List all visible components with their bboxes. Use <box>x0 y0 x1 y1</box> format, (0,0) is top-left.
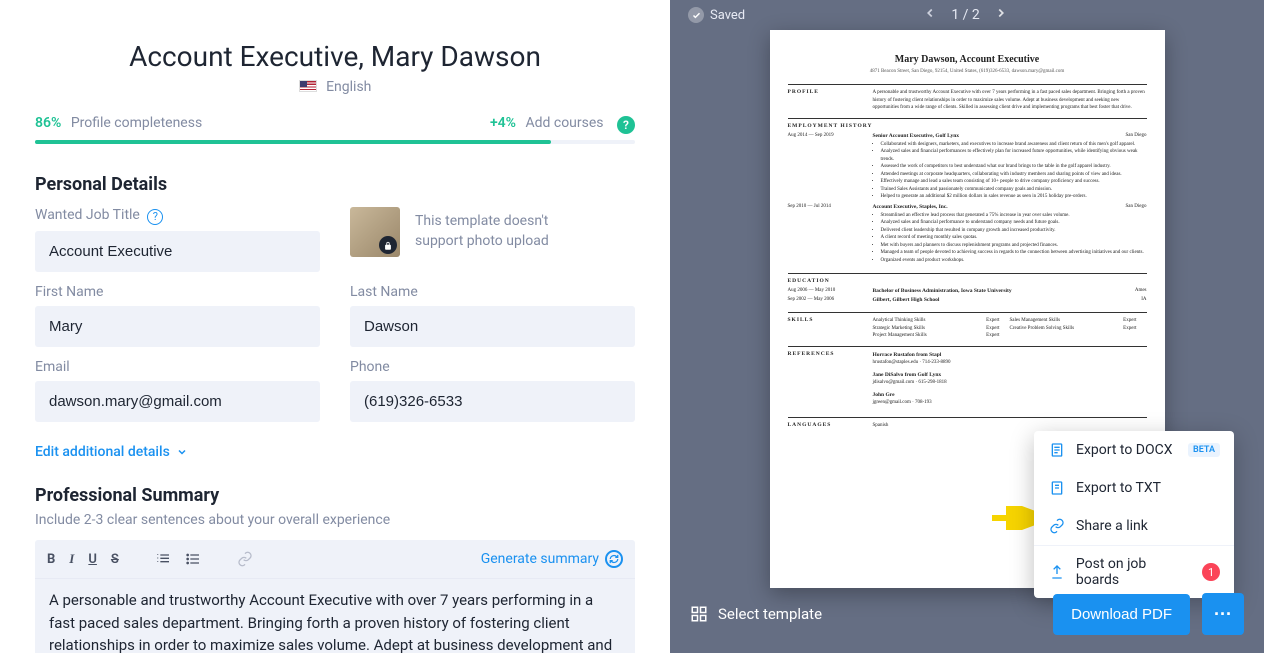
doc-reference: Horrace Rustafon from Staplhrustafon@sta… <box>873 351 1147 367</box>
first-name-label: First Name <box>35 284 320 300</box>
progress-percent: 86% <box>35 115 61 131</box>
first-name-input[interactable] <box>35 306 320 347</box>
post-job-boards-item[interactable]: Post on job boards 1 <box>1034 546 1234 598</box>
generate-summary-button[interactable]: Generate summary <box>481 550 623 568</box>
lock-icon <box>383 241 393 251</box>
upload-icon <box>1048 563 1066 581</box>
email-input[interactable] <box>35 381 320 422</box>
doc-lang-label: LANGUAGES <box>788 422 873 430</box>
doc-title: Mary Dawson, Account Executive <box>788 54 1147 65</box>
check-icon <box>688 7 704 23</box>
edit-additional-details-link[interactable]: Edit additional details <box>35 444 188 460</box>
phone-label: Phone <box>350 359 635 375</box>
add-percent: +4% <box>490 115 516 131</box>
rte-toolbar: B I U S Generate summary <box>35 540 635 579</box>
add-courses-link[interactable]: Add courses <box>525 115 603 131</box>
ordered-list-icon[interactable] <box>155 551 171 567</box>
unordered-list-icon[interactable] <box>185 551 201 567</box>
summary-textarea[interactable]: A personable and trustworthy Account Exe… <box>35 579 635 653</box>
doc-edu-row: Sep 2002 — May 2006Gilbert, Gilbert High… <box>788 297 1147 303</box>
doc-ref-label: REFERENCES <box>788 351 873 411</box>
beta-badge: BETA <box>1188 443 1220 457</box>
section-professional-summary: Professional Summary <box>35 485 635 506</box>
chevron-down-icon <box>176 446 188 458</box>
preview-pane: Saved 1 / 2 Mary Dawson, Account Executi… <box>670 0 1264 653</box>
progress-row: 86% Profile completeness +4% Add courses… <box>35 115 635 134</box>
language-label: English <box>326 79 371 95</box>
doc-contact: 4871 Beacon Street, San Diego, 92154, Un… <box>788 69 1147 74</box>
more-options-button[interactable]: ··· <box>1202 593 1244 635</box>
doc-skill-row: Strategic Marketing SkillsExpertCreative… <box>873 325 1147 333</box>
doc-lang-body: Spanish <box>873 422 1147 430</box>
editor-pane: Account Executive, Mary Dawson English 8… <box>0 0 670 653</box>
link-icon <box>1048 517 1066 535</box>
wanted-job-label: Wanted Job Title ? <box>35 207 320 225</box>
export-docx-item[interactable]: Export to DOCX BETA <box>1034 431 1234 469</box>
doc-edu-row: Aug 2006 — May 2010Bachelor of Business … <box>788 288 1147 294</box>
wanted-job-input[interactable] <box>35 231 320 272</box>
doc-job: Aug 2014 — Sep 2019Senior Account Execut… <box>788 133 1147 201</box>
italic-button[interactable]: I <box>69 551 74 567</box>
language-row[interactable]: English <box>35 79 635 95</box>
photo-note: This template doesn't support photo uplo… <box>415 212 549 251</box>
doc-skill-row: Project Management SkillsExpert <box>873 332 1147 340</box>
last-name-input[interactable] <box>350 306 635 347</box>
next-page-button[interactable] <box>994 6 1008 24</box>
phone-input[interactable] <box>350 381 635 422</box>
strike-button[interactable]: S <box>111 552 119 567</box>
last-name-label: Last Name <box>350 284 635 300</box>
section-personal-details: Personal Details <box>35 174 635 195</box>
export-dropdown: Export to DOCX BETA Export to TXT Share … <box>1034 431 1234 598</box>
chevron-left-icon <box>923 6 937 20</box>
prev-page-button[interactable] <box>923 6 937 24</box>
saved-indicator: Saved <box>688 7 745 23</box>
photo-thumbnail[interactable] <box>350 207 400 257</box>
doc-job: Sep 2010 — Jul 2014Account Executive, St… <box>788 204 1147 265</box>
page-title: Account Executive, Mary Dawson <box>35 40 635 73</box>
doc-skills-label: SKILLS <box>788 317 873 340</box>
help-icon[interactable]: ? <box>147 209 163 225</box>
progress-label: Profile completeness <box>71 115 202 131</box>
doc-reference: John Grejgreen@gmail.com · 708-193 <box>873 391 1147 407</box>
docx-icon <box>1048 441 1066 459</box>
chevron-right-icon <box>994 6 1008 20</box>
progress-fill <box>35 140 551 144</box>
flag-us-icon <box>299 80 317 92</box>
export-txt-item[interactable]: Export to TXT <box>1034 469 1234 507</box>
refresh-icon <box>605 550 623 568</box>
link-icon[interactable] <box>237 551 253 567</box>
notification-badge: 1 <box>1202 563 1220 581</box>
email-label: Email <box>35 359 320 375</box>
bold-button[interactable]: B <box>47 552 55 567</box>
doc-profile-label: PROFILE <box>788 89 873 112</box>
template-grid-icon <box>690 605 708 623</box>
doc-emp-label: EMPLOYMENT HISTORY <box>788 123 873 129</box>
page-counter: 1 / 2 <box>951 7 979 23</box>
doc-reference: Jane DiSalvo from Golf Lynxjdisalvo@gmai… <box>873 371 1147 387</box>
share-link-item[interactable]: Share a link <box>1034 507 1234 545</box>
progress-bar <box>35 140 635 144</box>
doc-edu-label: EDUCATION <box>788 278 873 284</box>
download-pdf-button[interactable]: Download PDF <box>1053 594 1190 635</box>
select-template-button[interactable]: Select template <box>690 605 822 623</box>
underline-button[interactable]: U <box>88 552 97 567</box>
page-navigator: 1 / 2 <box>923 6 1007 24</box>
help-icon[interactable]: ? <box>617 116 635 134</box>
doc-profile-body: A personable and trustworthy Account Exe… <box>873 89 1147 112</box>
txt-icon <box>1048 479 1066 497</box>
summary-hint: Include 2-3 clear sentences about your o… <box>35 512 635 528</box>
doc-skill-row: Analytical Thinking SkillsExpertSales Ma… <box>873 317 1147 325</box>
bottom-bar: Select template Download PDF ··· <box>670 593 1264 635</box>
